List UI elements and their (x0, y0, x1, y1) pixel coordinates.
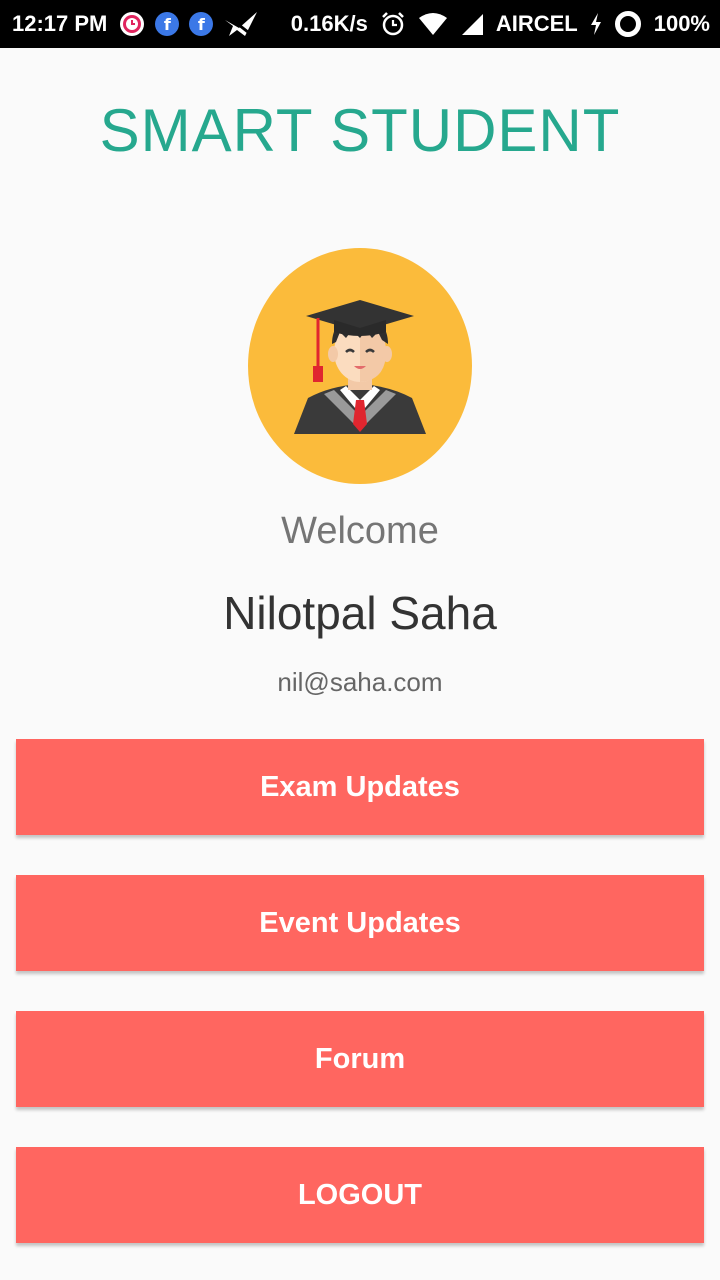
logout-button[interactable]: LOGOUT (16, 1147, 704, 1243)
graduate-avatar-icon (248, 248, 472, 484)
facebook-icon: f (189, 12, 214, 36)
battery-percent: 100% (653, 11, 710, 36)
alarm-clock-icon (380, 11, 406, 37)
app-title: SMART STUDENT (99, 97, 621, 164)
carrier-name: AIRCEL (495, 11, 578, 36)
user-email: nil@saha.com (277, 667, 443, 697)
forum-button[interactable]: Forum (16, 1011, 704, 1107)
battery-ring-icon (614, 10, 642, 38)
signal-icon (460, 12, 484, 36)
status-time: 12:17 PM (12, 11, 108, 36)
quiet-icon (223, 10, 259, 38)
charging-icon (590, 13, 602, 35)
net-speed: 0.16K/s (290, 11, 368, 36)
facebook-icon: f (155, 12, 180, 36)
welcome-label: Welcome (281, 510, 439, 552)
user-name: Nilotpal Saha (223, 587, 497, 639)
status-bar: 12:17 PM f f 0.16K/s AIRCEL 100% (0, 0, 720, 48)
alarm-app-icon (119, 11, 145, 37)
wifi-icon (418, 12, 448, 36)
event-updates-button[interactable]: Event Updates (16, 875, 704, 971)
exam-updates-button[interactable]: Exam Updates (16, 739, 704, 835)
